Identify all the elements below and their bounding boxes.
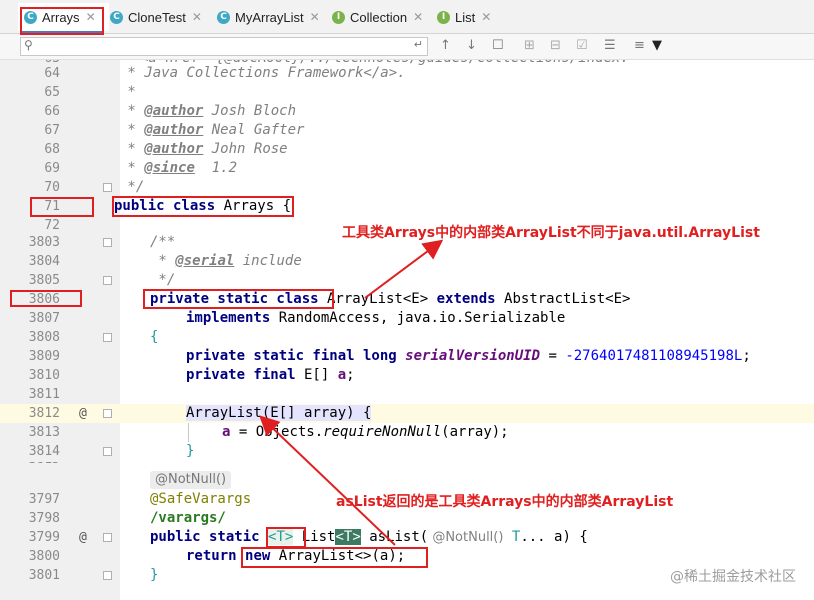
annotation-callout-1: 工具类Arrays中的内部类ArrayList不同于java.util.Arra… [342,225,760,241]
annotation-callout-2: asList返回的是工具类Arrays中的内部类ArrayList [336,494,674,510]
arrow-to-constructor [259,415,396,546]
watermark: @稀土掘金技术社区 [670,569,796,585]
arrow-to-callout1 [364,239,444,299]
